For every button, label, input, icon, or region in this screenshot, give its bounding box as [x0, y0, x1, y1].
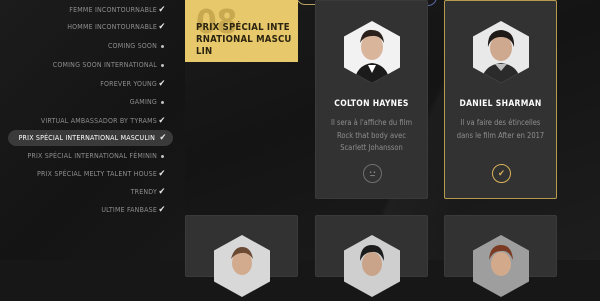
category-label: PRIX SPÉCIAL INTERNATIONAL MASCULIN	[18, 134, 155, 142]
category-label: GAMING	[129, 98, 157, 106]
category-label: VIRTUAL AMBASSADOR BY TYRAMS	[40, 117, 157, 125]
checkmark-icon: ✔	[158, 5, 166, 15]
nominee-card-daniel-sharman[interactable]: DANIEL SHARMAN Il va faire des étincelle…	[444, 0, 557, 199]
dot-icon	[158, 94, 166, 110]
dot-icon	[158, 38, 166, 54]
category-label: FEMME INCONTOURNABLE	[69, 6, 157, 14]
nominee-card-row2-3[interactable]	[444, 215, 557, 297]
category-label: COMING SOON INTERNATIONAL	[52, 61, 157, 69]
dot-icon	[158, 148, 166, 164]
category-item-coming-soon[interactable]: COMING SOON	[108, 38, 157, 54]
checkmark-icon: ✔	[158, 205, 166, 215]
category-label: FOREVER YOUNG	[100, 80, 157, 88]
category-label: TRENDY	[130, 188, 157, 196]
undecided-face-icon[interactable]	[363, 164, 382, 183]
nominee-name: DANIEL SHARMAN	[459, 99, 542, 109]
category-item-gaming[interactable]: GAMING	[130, 94, 157, 110]
checkmark-icon: ✔	[158, 169, 166, 179]
category-item-prix-special-international-feminin[interactable]: PRIX SPÉCIAL INTERNATIONAL FÉMININ	[27, 148, 157, 164]
category-item-forever-young[interactable]: FOREVER YOUNG ✔	[100, 76, 165, 92]
dot-icon	[158, 57, 166, 73]
category-item-femme-incontournable[interactable]: FEMME INCONTOURNABLE ✔	[69, 2, 165, 18]
nominee-description: Il sera à l'affiche du film Rock that bo…	[330, 118, 413, 152]
checkmark-icon: ✔	[158, 22, 166, 32]
checkmark-icon: ✔	[158, 187, 166, 197]
nominee-card-row2-1[interactable]	[185, 215, 298, 297]
checkmark-icon: ✔	[158, 79, 166, 89]
category-item-coming-soon-international[interactable]: COMING SOON INTERNATIONAL	[53, 57, 157, 73]
category-label: PRIX SPÉCIAL MELTY TALENT HOUSE	[37, 170, 157, 178]
category-item-homme-incontournable[interactable]: HOMME INCONTOURNABLE ✔	[67, 19, 165, 35]
category-item-ultime-fanbase[interactable]: ULTIME FANBASE ✔	[101, 202, 165, 218]
category-item-prix-special-international-masculin[interactable]: PRIX SPÉCIAL INTERNATIONAL MASCULIN ✔	[8, 130, 173, 146]
active-category-card: 08 PRIX SPÉCIAL INTERNATIONAL MASCULIN	[185, 0, 298, 62]
nominee-photo	[473, 21, 529, 83]
checkmark-icon: ✔	[159, 133, 167, 143]
checkmark-icon: ✔	[158, 116, 166, 126]
nominee-description: Il va faire des étincelles dans le film …	[456, 118, 545, 140]
nominee-photo	[473, 235, 529, 297]
nominee-photo	[344, 21, 400, 83]
category-label: HOMME INCONTOURNABLE	[67, 23, 157, 31]
category-label: COMING SOON	[107, 42, 157, 50]
nominee-card-row2-2[interactable]	[315, 215, 428, 297]
category-title: PRIX SPÉCIAL INTERNATIONAL MASCULIN	[196, 22, 292, 57]
category-label: ULTIME FANBASE	[101, 206, 157, 214]
category-item-virtual-ambassador[interactable]: VIRTUAL AMBASSADOR BY TYRAMS ✔	[40, 113, 165, 129]
nominee-photo	[214, 235, 270, 297]
nominee-photo	[344, 235, 400, 297]
category-label: PRIX SPÉCIAL INTERNATIONAL FÉMININ	[27, 152, 157, 160]
category-item-prix-special-melty-talent-house[interactable]: PRIX SPÉCIAL MELTY TALENT HOUSE ✔	[37, 166, 165, 182]
category-item-trendy[interactable]: TRENDY ✔	[130, 184, 166, 200]
nominee-card-colton-haynes[interactable]: COLTON HAYNES Il sera à l'affiche du fil…	[315, 0, 428, 199]
checkmark-icon[interactable]: ✔	[492, 164, 511, 183]
nominee-name: COLTON HAYNES	[334, 99, 409, 109]
